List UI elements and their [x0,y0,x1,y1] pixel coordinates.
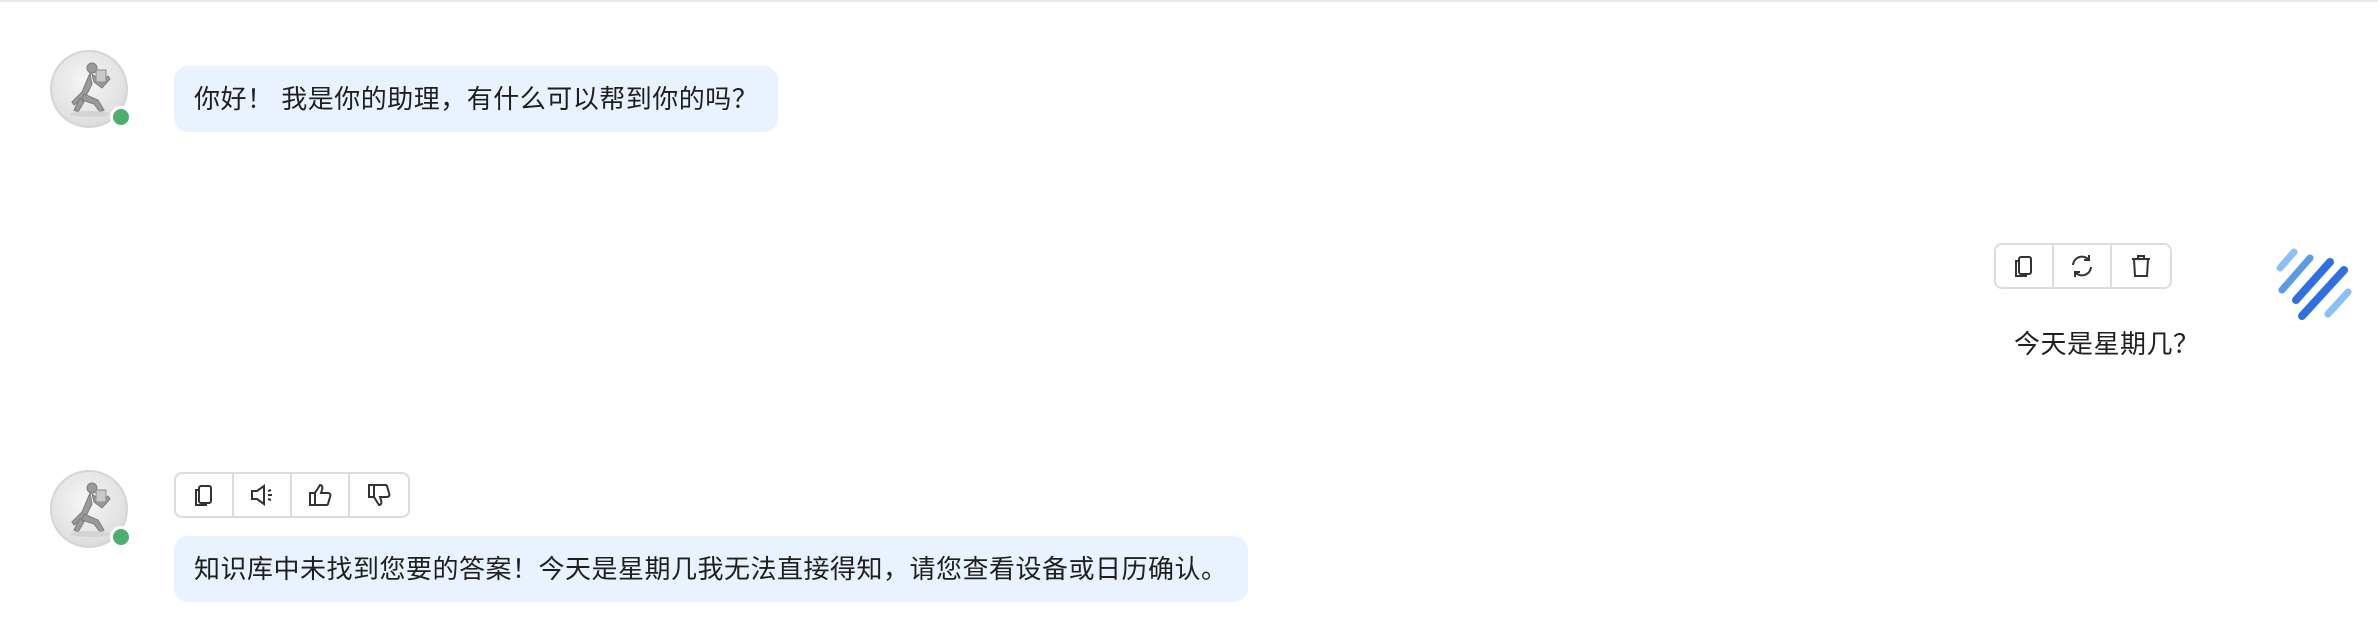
online-status-dot [110,106,132,128]
speaker-icon [251,484,272,506]
assistant-message-toolbar [174,472,410,518]
thumbs-down-icon [368,484,391,507]
logo-icon [2276,248,2352,320]
chat-window: 你好！ 我是你的助理，有什么可以帮到你的吗？ 今天是星期几？ 知识库中未找到您要… [0,0,2378,628]
online-status-dot [110,526,132,548]
copy-button[interactable] [176,474,234,516]
like-button[interactable] [292,474,350,516]
assistant-avatar [50,50,132,128]
regenerate-button[interactable] [2054,245,2112,287]
trash-icon [2132,255,2150,277]
copy-button[interactable] [1996,245,2054,287]
dislike-button[interactable] [350,474,408,516]
user-message-toolbar [1994,243,2172,289]
refresh-icon [2072,255,2092,277]
user-avatar [2274,242,2354,322]
delete-button[interactable] [2112,245,2170,287]
assistant-message-bubble: 你好！ 我是你的助理，有什么可以帮到你的吗？ [174,66,779,132]
user-message-text: 今天是星期几？ [2014,329,2200,359]
copy-icon [195,485,212,506]
thumbs-up-icon [309,483,332,506]
assistant-message-bubble: 知识库中未找到您要的答案！今天是星期几我无法直接得知，请您查看设备或日历确认。 [174,536,1248,602]
read-aloud-button[interactable] [234,474,292,516]
assistant-avatar [50,470,132,548]
copy-icon [2015,256,2032,277]
